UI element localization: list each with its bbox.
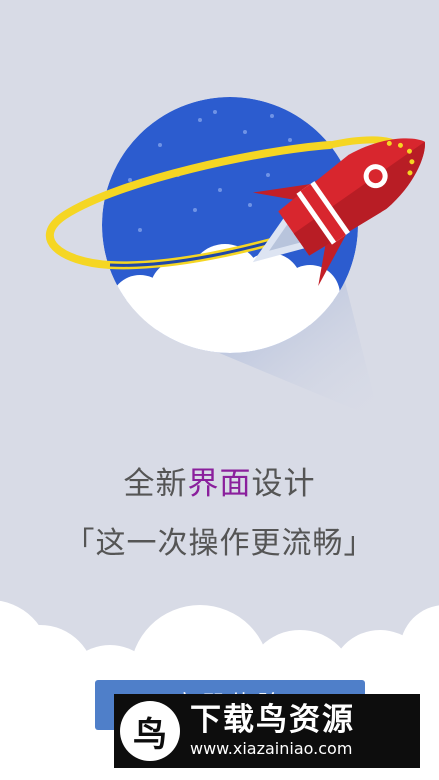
planet-rocket-illustration bbox=[46, 97, 425, 420]
watermark-url: www.xiazainiao.com bbox=[190, 739, 353, 758]
watermark-logo-glyph: 鸟 bbox=[133, 714, 167, 755]
watermark-title: 下载鸟资源 bbox=[190, 702, 355, 738]
watermark-logo: 鸟 bbox=[120, 701, 180, 761]
headline-part-2: 设计 bbox=[251, 466, 316, 502]
subline: 「这一次操作更流畅」 bbox=[64, 526, 375, 561]
headline-accent: 界面 bbox=[187, 466, 252, 502]
headline-part-1: 全新 bbox=[123, 466, 188, 502]
watermark-banner: 鸟 下载鸟资源 www.xiazainiao.com bbox=[114, 694, 420, 768]
headline: 全新界面设计 bbox=[0, 458, 439, 503]
